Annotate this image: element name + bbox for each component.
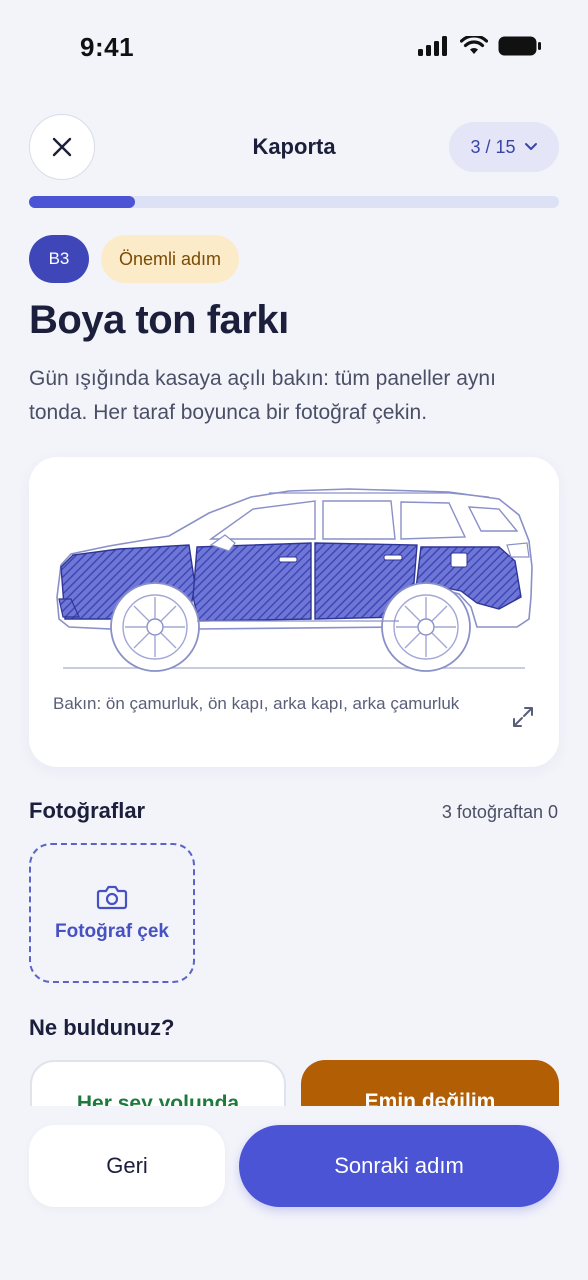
header: Kaporta 3 / 15 <box>0 114 588 180</box>
expand-icon <box>513 707 533 727</box>
take-photo-button[interactable]: Fotoğraf çek <box>29 843 195 983</box>
expand-button[interactable] <box>509 703 537 731</box>
chevron-down-icon <box>524 143 537 150</box>
diagram-caption: Bakın: ön çamurluk, ön kapı, arka kapı, … <box>53 694 460 713</box>
priority-badge: Önemli adım <box>101 235 240 283</box>
status-time: 9:41 <box>80 32 135 62</box>
step-code-badge: B3 <box>29 235 89 283</box>
cellular-signal-icon <box>418 36 447 56</box>
step-description: Gün ışığında kasaya açılı bakın: tüm pan… <box>29 367 496 424</box>
wifi-icon <box>460 36 488 54</box>
car-diagram-card[interactable]: Bakın: ön çamurluk, ön kapı, arka kapı, … <box>29 457 559 767</box>
progress-fill <box>29 196 135 208</box>
answer-all-good-button[interactable]: Her şey yolunda <box>30 1060 286 1106</box>
back-button[interactable]: Geri <box>29 1125 225 1207</box>
progress-bar <box>29 196 559 208</box>
step-indicator: 3 / 15 <box>470 136 516 157</box>
camera-icon <box>96 885 128 910</box>
answer-options: Her şey yolunda Emin değilim <box>0 1058 588 1106</box>
car-side-diagram <box>56 488 533 672</box>
next-step-button[interactable]: Sonraki adım <box>239 1125 559 1207</box>
page-title: Boya ton farkı <box>29 298 289 342</box>
photos-count: 3 fotoğraftan 0 <box>441 802 558 822</box>
take-photo-label: Fotoğraf çek <box>54 921 170 942</box>
status-bar: 9:41 <box>0 0 588 96</box>
question-label: Ne buldunuz? <box>29 1015 175 1040</box>
status-icons <box>418 36 542 56</box>
step-selector[interactable]: 3 / 15 <box>449 122 559 172</box>
answer-not-sure-button[interactable]: Emin değilim <box>301 1060 559 1106</box>
photos-label: Fotoğraflar <box>29 798 146 823</box>
battery-icon <box>498 36 541 56</box>
